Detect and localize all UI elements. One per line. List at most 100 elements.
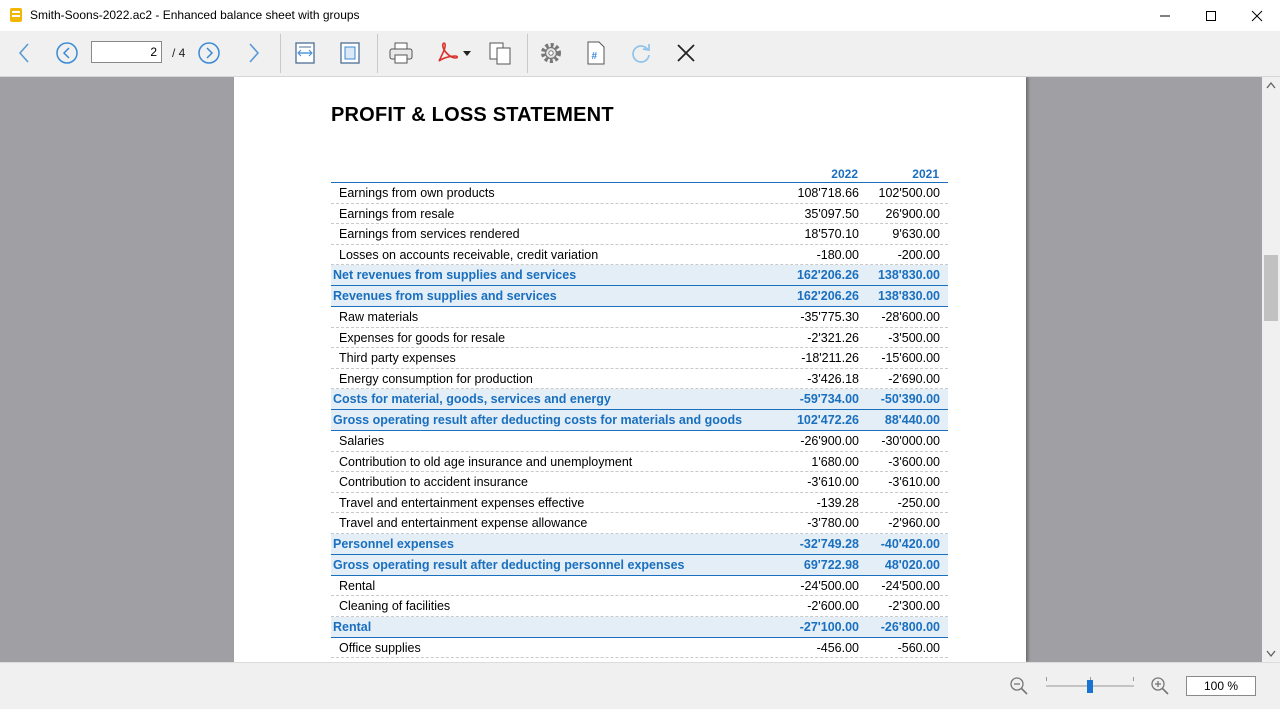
row-value-2022: 162'206.26 [796,289,859,303]
row-value-2021: 88'440.00 [884,413,940,427]
previous-page-icon [56,42,78,64]
row-value-2022: -3'426.18 [807,371,859,386]
next-page-icon [198,42,220,64]
row-label: Office supplies [339,640,421,655]
table-row: Losses on accounts receivable, credit va… [331,245,948,265]
page-number-button[interactable]: # [581,36,611,70]
row-value-2021: -3'610.00 [888,475,940,489]
scroll-down-icon[interactable] [1266,650,1276,658]
maximize-icon [1206,10,1216,21]
close-report-button[interactable] [671,36,701,70]
row-value-2021: 138'830.00 [877,268,940,282]
fit-width-button[interactable] [290,36,320,70]
next-page-button[interactable] [195,36,223,70]
row-value-2021: -15'600.00 [881,351,940,365]
export-pdf-button[interactable] [430,36,476,70]
toolbar-separator [280,34,281,73]
table-row: Travel and entertainment expense allowan… [331,513,948,534]
profit-loss-table: Earnings from own products 108'718.66 102'… [331,182,948,658]
row-value-2021: -24'500.00 [881,578,940,593]
row-value-2022: -59'734.00 [799,392,859,406]
row-value-2022: 162'206.26 [796,268,859,282]
fit-page-icon [340,42,360,64]
minimize-icon [1160,15,1170,16]
row-value-2021: 9'630.00 [892,227,940,241]
row-label: Third party expenses [339,351,456,365]
row-value-2022: -26'900.00 [800,434,859,448]
settings-button[interactable] [536,36,566,70]
row-value-2021: 26'900.00 [885,206,940,221]
app-icon [10,8,22,22]
row-label: Contribution to accident insurance [339,475,529,489]
zoom-in-icon[interactable] [1150,676,1170,696]
page-number-input[interactable]: 2 [91,41,162,63]
back-button[interactable] [10,36,38,70]
table-row: Contribution to accident insurance -3'610… [331,472,948,493]
row-value-2022: -24'500.00 [800,578,859,593]
close-icon [677,44,695,62]
refresh-button[interactable] [626,36,656,70]
minimize-button[interactable] [1142,0,1188,31]
table-row: Third party expenses -18'211.26 -15'600.00 [331,348,948,369]
row-value-2021: -26'800.00 [880,619,940,634]
scrollbar-thumb[interactable] [1264,255,1278,321]
row-value-2021: -3'600.00 [888,454,940,469]
pdf-icon [438,42,459,62]
row-value-2022: 18'570.10 [804,227,859,241]
toolbar: 2 / 4 # [0,31,1280,77]
fit-page-button[interactable] [335,36,365,70]
back-arrow-icon [18,43,29,63]
row-value-2022: -139.28 [816,495,859,510]
document-viewport[interactable]: PROFIT & LOSS STATEMENT 2022 2021 Earnin… [0,77,1262,662]
report-page: PROFIT & LOSS STATEMENT 2022 2021 Earnin… [234,77,1026,662]
toolbar-separator [377,34,378,73]
vertical-scrollbar[interactable] [1262,77,1280,662]
close-window-button[interactable] [1234,0,1280,31]
row-value-2022: -180.00 [816,247,859,262]
zoom-level-input[interactable]: 100 % [1186,676,1256,696]
table-row: Travel and entertainment expenses effect… [331,493,948,513]
copy-button[interactable] [485,36,515,70]
row-label: Personnel expenses [333,536,454,551]
row-value-2022: -18'211.26 [801,351,859,365]
zoom-slider[interactable] [1046,677,1134,695]
forward-button[interactable] [240,36,268,70]
row-label: Earnings from own products [339,186,495,200]
column-header-2021: 2021 [912,167,939,181]
scroll-up-icon[interactable] [1266,81,1276,89]
previous-page-button[interactable] [53,36,81,70]
print-button[interactable] [386,36,416,70]
row-value-2022: 108'718.66 [797,186,859,200]
title-bar: Smith-Soons-2022.ac2 - Enhanced balance … [0,0,1280,31]
row-value-2021: -200.00 [897,247,940,262]
svg-text:#: # [592,51,598,62]
row-value-2021: -2'960.00 [888,516,940,530]
row-label: Expenses for goods for resale [339,330,506,345]
table-group-row: Gross operating result after deducting p… [331,554,948,576]
refresh-icon [632,44,650,63]
row-value-2021: -28'600.00 [881,310,940,324]
table-row: Expenses for goods for resale -2'321.26 -3… [331,328,948,348]
table-row: Raw materials -35'775.30 -28'600.00 [331,307,948,328]
row-value-2022: -2'321.26 [807,330,859,345]
row-label: Cleaning of facilities [339,599,451,613]
table-row: Office supplies -456.00 -560.00 [331,638,948,658]
row-label: Contribution to old age insurance and un… [339,454,633,469]
table-group-row: Net revenues from supplies and services 1… [331,265,948,286]
table-group-row: Gross operating result after deducting c… [331,410,948,431]
row-label: Energy consumption for production [339,371,533,386]
row-label: Revenues from supplies and services [333,289,557,303]
table-row: Earnings from resale 35'097.50 26'900.00 [331,204,948,224]
status-bar: 100 % [0,662,1280,709]
zoom-slider-thumb[interactable] [1087,680,1093,693]
row-value-2021: 102'500.00 [878,186,940,200]
row-value-2021: 48'020.00 [884,557,940,572]
row-value-2021: -2'300.00 [888,599,940,613]
row-value-2022: -3'780.00 [807,516,859,530]
zoom-out-icon[interactable] [1009,676,1029,696]
row-label: Gross operating result after deducting c… [333,413,743,427]
row-value-2022: -456.00 [816,640,859,655]
page-total: / 4 [172,46,186,60]
settings-icon [541,43,561,63]
maximize-button[interactable] [1188,0,1234,31]
